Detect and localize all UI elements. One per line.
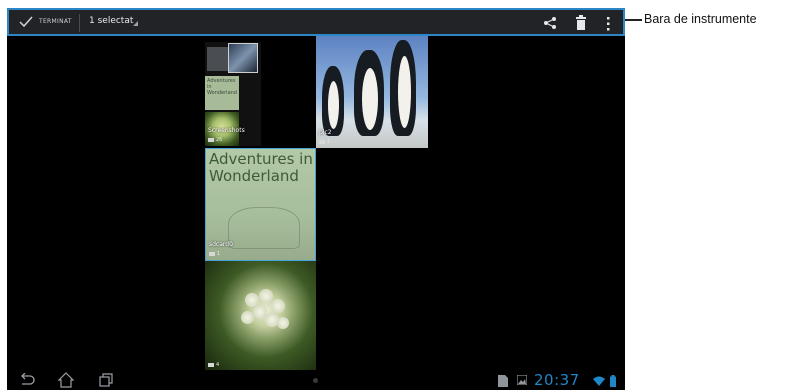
album-count-value: 1 [327, 139, 331, 145]
home-icon[interactable] [58, 372, 74, 388]
album-count-value: 4 [216, 362, 220, 368]
system-nav-bar: 20:37 [7, 370, 625, 390]
penguin-belly [362, 68, 378, 130]
action-bar: TERMINAT 1 selectat [7, 8, 625, 36]
delete-icon[interactable] [575, 15, 587, 31]
album-tile-pic2[interactable]: pic2 1 [316, 36, 428, 148]
cover-illustration [228, 207, 300, 249]
album-tile-flowers[interactable]: 4 [205, 261, 316, 371]
thumbnail [228, 43, 258, 73]
thumbnail: Adventures in Wonderland [205, 76, 239, 110]
folder-icon [208, 137, 214, 142]
battery-icon [610, 375, 616, 387]
album-count-value: 1 [217, 251, 221, 257]
album-count-value: 26 [216, 137, 223, 143]
cover-title: Adventures in Wonderland [209, 150, 313, 185]
folder-icon [208, 362, 214, 367]
gallery-icon [517, 375, 527, 385]
share-icon[interactable] [543, 16, 557, 30]
folder-icon [209, 251, 215, 256]
back-icon[interactable] [19, 373, 35, 387]
album-count: 1 [319, 139, 330, 145]
album-count: 4 [208, 362, 219, 368]
album-tile-sdcard0[interactable]: Adventures in Wonderland sdcard0 1 [205, 148, 316, 261]
callout-label: Bara de instrumente [644, 12, 757, 26]
recents-icon[interactable] [99, 373, 113, 387]
status-clock: 20:37 [534, 371, 580, 389]
file-icon [498, 375, 508, 387]
album-name: sdcard0 [209, 241, 233, 248]
album-count: 26 [208, 137, 222, 143]
penguin-belly [328, 81, 339, 129]
page-indicator-dot [313, 378, 318, 383]
wifi-icon [593, 376, 605, 386]
flower-petal [259, 289, 273, 303]
dropdown-caret-icon [133, 21, 138, 26]
callout-leader-line [625, 19, 642, 21]
check-icon[interactable] [19, 15, 33, 29]
album-count: 1 [209, 251, 220, 257]
overflow-menu-icon[interactable] [605, 16, 611, 32]
album-name: pic2 [319, 129, 332, 136]
divider [79, 14, 80, 32]
done-button[interactable]: TERMINAT [39, 18, 72, 25]
selection-count-dropdown[interactable]: 1 selectat [89, 16, 133, 26]
folder-icon [319, 139, 325, 144]
flower-petal [271, 299, 285, 313]
tablet-screen: TERMINAT 1 selectat Adventures in Wonder… [7, 8, 625, 390]
flower-petal [241, 311, 254, 324]
flower-petal [277, 317, 289, 329]
album-tile-screenshots[interactable]: Adventures in Wonderland Screenshots 26 [205, 42, 261, 146]
album-name: Screenshots [208, 127, 245, 134]
penguin-belly [398, 56, 411, 128]
thumbnail-text: Adventures in Wonderland [207, 78, 237, 96]
